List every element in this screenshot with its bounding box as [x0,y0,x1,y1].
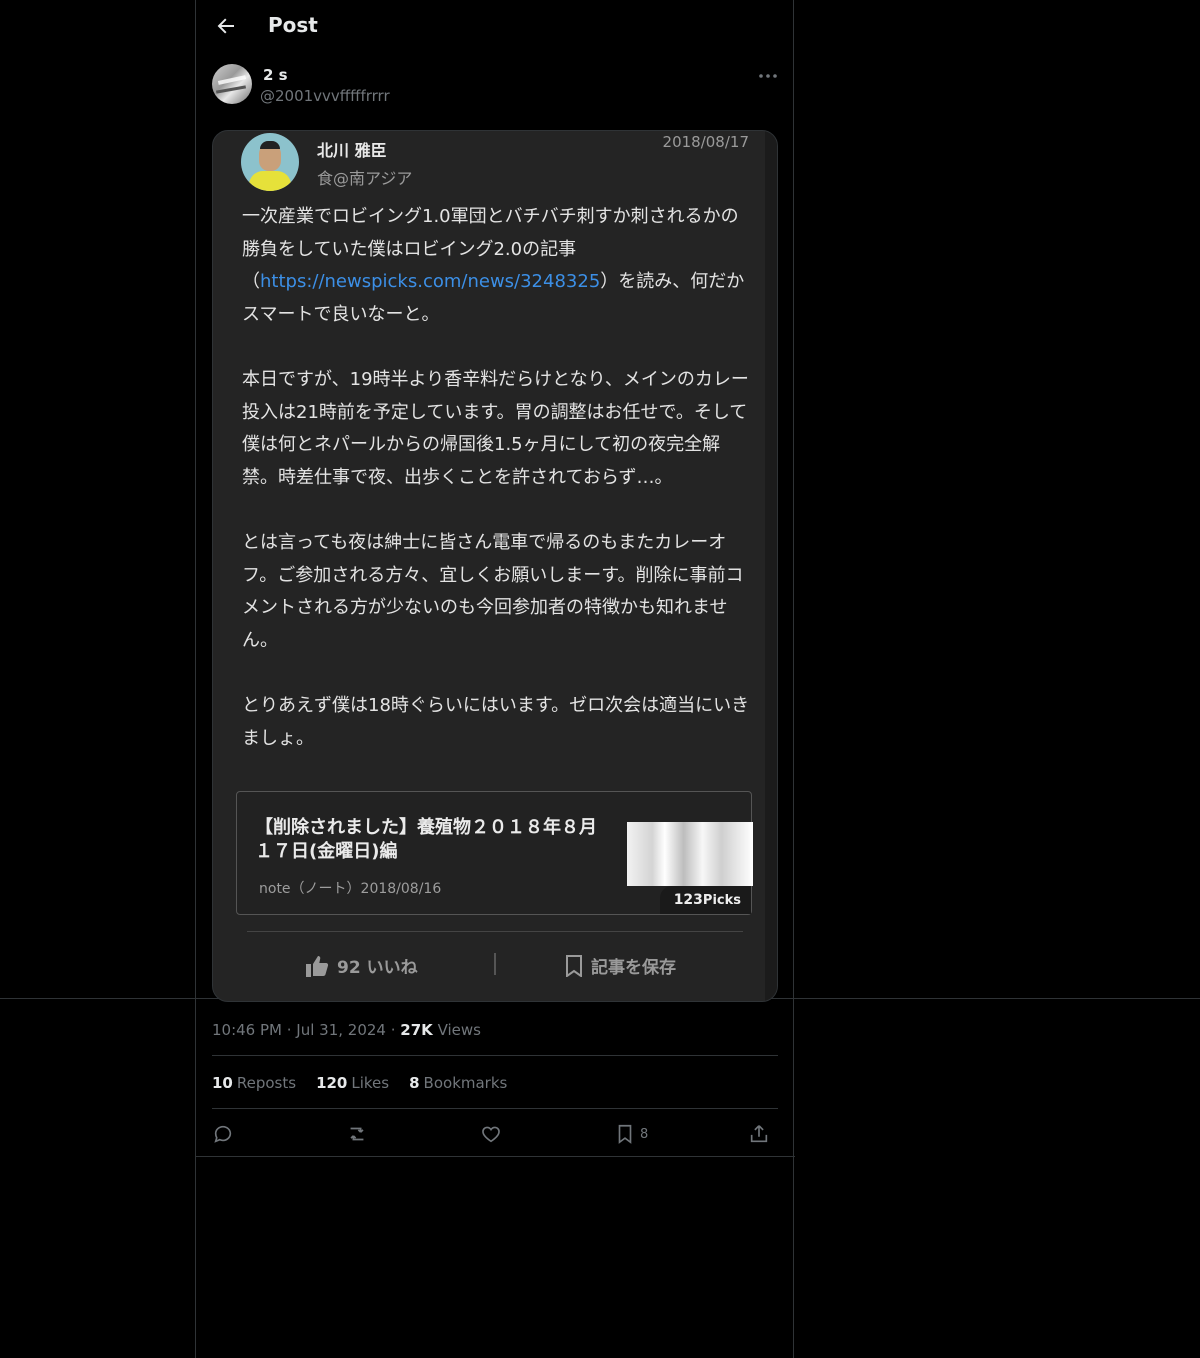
embedded-post-date: 2018/08/17 [662,133,749,151]
views-label: Views [437,1021,481,1039]
embedded-paragraph-3: とは言っても夜は紳士に皆さん電車で帰るのもまたカレーオフ。ご参加される方々、宜し… [242,531,744,651]
embedded-paragraph-4: とりあえず僕は18時ぐらいにはいます。ゼロ次会は適当にいきましょ。 [242,694,750,749]
link-preview-card: 【削除されました】養殖物２０１８年８月１７日(金曜日)編 note（ノート）20… [236,791,753,915]
embedded-save-button: 記事を保存 [565,953,676,978]
engagement-stats: 10 Reposts 120 Likes 8 Bookmarks [212,1074,507,1092]
reply-icon [214,1125,232,1143]
card-title: 【削除されました】養殖物２０１８年８月１７日(金曜日)編 [255,817,597,862]
bookmark-icon [618,1124,632,1144]
reply-button[interactable] [212,1120,234,1148]
heart-icon [482,1126,500,1143]
author-name[interactable]: 2 s [263,66,288,84]
repost-button[interactable] [346,1120,368,1148]
repost-icon [350,1127,364,1141]
reposts-stat[interactable]: 10 Reposts [212,1074,296,1092]
embedded-post-body: 一次産業でロビイング1.0軍団とバチバチ刺すか刺されるかの勝負をしていた僕はロビ… [242,201,752,755]
embedded-author-name: 北川 雅臣 [317,141,387,160]
bookmarks-stat[interactable]: 8 Bookmarks [409,1074,507,1092]
post-column: Post 2 s @2001vvvfffffrrrr 北川 雅臣 食@南アジア … [195,0,795,1358]
author-avatar[interactable] [212,64,252,104]
post-time[interactable]: 10:46 PM [212,1021,282,1039]
embedded-divider [247,931,743,932]
share-icon [750,1125,768,1143]
embedded-author-avatar [241,133,299,191]
embedded-save-label: 記事を保存 [591,958,676,978]
bookmark-icon [566,954,582,977]
action-bar: 8 [212,1120,778,1148]
embedded-like-label: 92 いいね [337,958,418,978]
share-button[interactable] [748,1120,770,1148]
bookmark-count: 8 [640,1126,649,1142]
meta-divider [212,1055,778,1056]
card-thumbnail [627,822,753,886]
embedded-author-subtitle: 食@南アジア [317,169,413,188]
views-count: 27K [400,1021,433,1039]
more-options-icon[interactable] [756,64,780,88]
post-header: Post [196,0,795,54]
back-arrow-icon[interactable] [214,14,238,38]
embedded-paragraph-2: 本日ですが、19時半より香辛料だらけとなり、メインのカレー投入は21時前を予定し… [242,368,749,488]
embedded-vertical-divider [494,953,496,975]
likes-stat[interactable]: 120 Likes [316,1074,389,1092]
author-handle[interactable]: @2001vvvfffffrrrr [260,87,390,105]
picks-badge: 123Picks [659,886,751,914]
stats-divider [212,1108,778,1109]
post-date[interactable]: Jul 31, 2024 [296,1021,386,1039]
bookmark-button[interactable]: 8 [614,1120,648,1148]
post-meta: 10:46 PM · Jul 31, 2024 · 27K Views [212,1021,481,1039]
embedded-screenshot[interactable]: 北川 雅臣 食@南アジア 2018/08/17 一次産業でロビイング1.0軍団と… [212,130,778,1002]
thumbs-up-icon [306,955,329,977]
actions-divider [196,1156,795,1157]
embedded-like-button: 92 いいね [305,953,418,978]
page-title: Post [268,13,318,37]
embedded-article-link: https://newspicks.com/news/3248325 [260,271,601,293]
card-meta: note（ノート）2018/08/16 [259,881,442,897]
embedded-edge-shadow [765,131,777,1001]
like-button[interactable] [480,1120,502,1148]
